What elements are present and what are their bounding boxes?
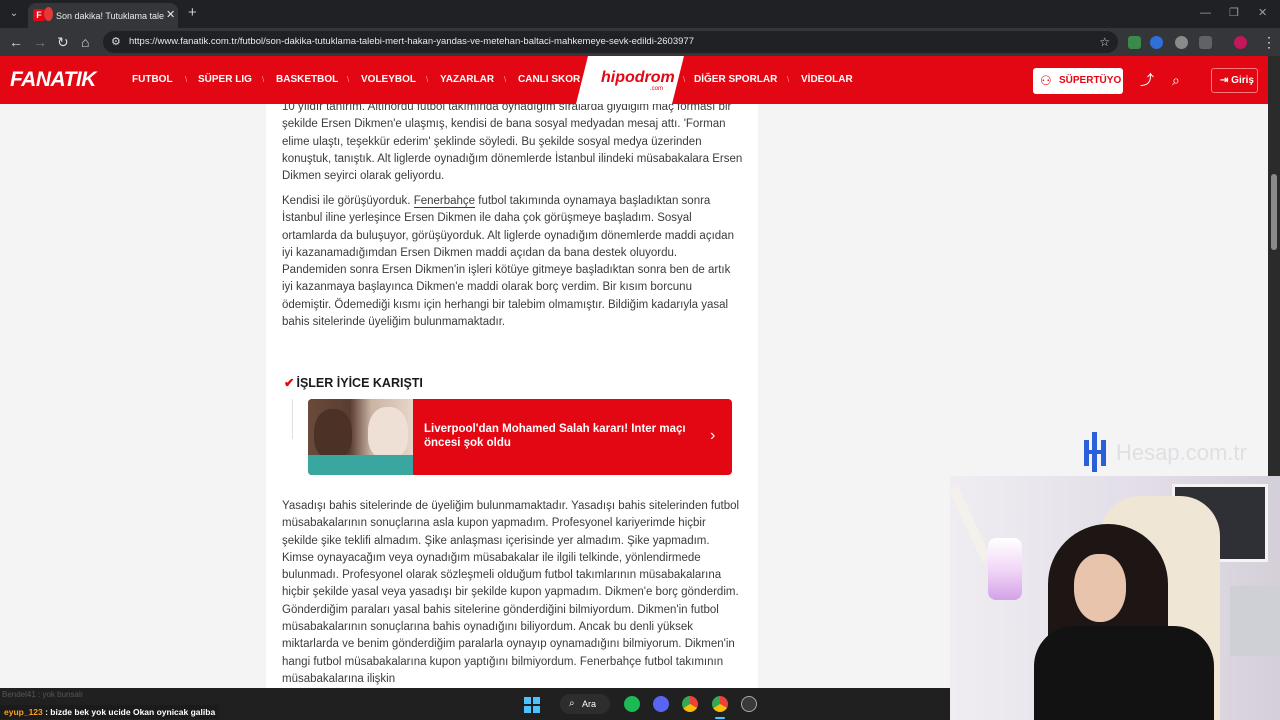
minimize-icon[interactable]: — (1200, 6, 1211, 20)
chat-username: eyup_123 (4, 707, 43, 717)
maximize-icon[interactable]: ❐ (1229, 6, 1239, 20)
login-text: Giriş (1231, 75, 1254, 86)
browser-toolbar: ← → ↻ ⌂ ⚙ https://www.fanatik.com.tr/fut… (0, 28, 1280, 56)
thumbnail-person-left (314, 409, 352, 459)
profile-avatar-icon[interactable] (1234, 36, 1247, 49)
webcam-streamer-body (1034, 626, 1214, 720)
windows-start-icon[interactable] (524, 697, 540, 713)
chrome-icon[interactable] (682, 696, 698, 712)
paragraph-text: Kendisi ile görüşüyorduk. (282, 195, 414, 207)
nav-futbol[interactable]: FUTBOL (132, 73, 173, 87)
chrome-canary-icon[interactable] (712, 696, 728, 712)
extension-badge-icon[interactable] (1128, 36, 1141, 49)
reload-icon[interactable]: ↻ (57, 33, 69, 51)
address-bar[interactable]: ⚙ https://www.fanatik.com.tr/futbol/son-… (103, 31, 1118, 53)
chat-message: eyup_123 : bizde bek yok ucide Okan oyni… (0, 705, 220, 719)
login-button[interactable]: ⇥ Giriş (1211, 68, 1258, 93)
recording-indicator-icon (44, 7, 53, 21)
taskbar-search[interactable]: ⌕ Ara (560, 694, 610, 714)
webcam-overlay (950, 476, 1280, 720)
nav-basketbol[interactable]: BASKETBOL (276, 73, 338, 87)
chat-message-faded: Bendel41 : yok bunsalı (2, 690, 83, 699)
scrollbar-thumb[interactable] (1271, 174, 1277, 250)
nav-super-lig[interactable]: SÜPER LIG (198, 73, 252, 87)
card-divider (292, 399, 293, 439)
browser-tab-strip: ⌄ F Son dakika! Tutuklama talebi: Mert H… (0, 0, 1280, 28)
webcam-streamer-face (1074, 554, 1126, 622)
hipodrom-logo[interactable]: hipodrom (601, 69, 675, 87)
section-heading-text: İŞLER İYİCE KARIŞTI (296, 376, 423, 390)
related-news-card[interactable]: Liverpool'dan Mohamed Salah kararı! Inte… (308, 399, 732, 475)
chat-text: : bizde bek yok ucide Okan oynicak galib… (42, 707, 216, 717)
related-news-thumbnail (308, 399, 413, 475)
bookmark-star-icon[interactable]: ☆ (1099, 34, 1110, 50)
check-circle-icon: ✔ (284, 376, 295, 390)
nav-separator: \ (787, 75, 790, 84)
webcam-shelf (1230, 586, 1280, 656)
chevron-right-icon: › (710, 427, 716, 444)
fenerbahce-link[interactable]: Fenerbahçe (413, 195, 476, 208)
nav-separator: \ (185, 75, 188, 84)
extensions-puzzle-icon[interactable] (1199, 36, 1212, 49)
nav-separator: \ (683, 75, 686, 84)
article-paragraph-1: 10 yıldır tanırım. Altınordu futbol takı… (282, 104, 743, 183)
url-text[interactable]: https://www.fanatik.com.tr/futbol/son-da… (129, 35, 694, 49)
browser-tab-active[interactable]: F Son dakika! Tutuklama talebi: Mert Hak… (28, 3, 178, 28)
site-navbar: FANATIK FUTBOL \ SÜPER LIG \ BASKETBOL \… (0, 56, 1268, 104)
hesap-logo-icon (1084, 432, 1106, 472)
forward-icon[interactable]: → (33, 33, 47, 51)
section-heading: ✔ İŞLER İYİCE KARIŞTI (284, 375, 423, 391)
site-info-icon[interactable]: ⚙ (111, 34, 121, 50)
nav-separator: \ (504, 75, 507, 84)
tab-close-icon[interactable]: ✕ (166, 8, 175, 22)
thumbnail-person-right (368, 407, 408, 459)
nav-voleybol[interactable]: VOLEYBOL (361, 73, 416, 87)
supertuyo-icon: ⚇ (1040, 73, 1052, 88)
extension-icon[interactable] (1175, 36, 1188, 49)
webcam-microphone (988, 538, 1022, 600)
chrome-menu-icon[interactable]: ⋮ (1262, 33, 1276, 51)
spotify-icon[interactable] (624, 696, 640, 712)
new-tab-button[interactable]: + (188, 5, 197, 21)
watermark-text: Hesap.com.tr (1116, 440, 1247, 465)
hipodrom-logo-sub: .com (650, 86, 664, 92)
article-body: 10 yıldır tanırım. Altınordu futbol takı… (266, 104, 758, 688)
search-icon: ⌕ (569, 698, 575, 709)
related-news-title: Liverpool'dan Mohamed Salah kararı! Inte… (424, 423, 686, 449)
tab-title: Son dakika! Tutuklama talebi: Mert Hakan… (56, 11, 164, 21)
extension-wave-icon[interactable] (1150, 36, 1163, 49)
share-icon[interactable]: ⤴ (1140, 72, 1154, 88)
paragraph-text: futbol takımında oynamaya başladıktan so… (282, 195, 734, 329)
supertuyo-label: SÜPERTÜYO (1059, 75, 1122, 86)
article-paragraph-3: Yasadışı bahis sitelerinde de üyeliğim b… (282, 500, 740, 685)
login-label: ⇥ Giriş (1220, 75, 1254, 86)
nav-separator: \ (262, 75, 265, 84)
nav-separator: \ (347, 75, 350, 84)
close-window-icon[interactable]: ✕ (1258, 6, 1267, 20)
nav-yazarlar[interactable]: YAZARLAR (440, 73, 494, 87)
nav-canli-skor[interactable]: CANLI SKOR (518, 73, 580, 87)
fanatik-logo[interactable]: FANATIK (10, 68, 96, 92)
taskbar-search-label: Ara (582, 699, 597, 709)
back-icon[interactable]: ← (9, 33, 23, 51)
search-icon[interactable]: ⌕ (1172, 72, 1180, 88)
home-icon[interactable]: ⌂ (81, 33, 89, 51)
nav-diger-sporlar[interactable]: DİĞER SPORLAR (694, 73, 777, 87)
tab-search-icon[interactable]: ⌄ (6, 6, 22, 22)
discord-icon[interactable] (653, 696, 669, 712)
article-paragraph-2: Kendisi ile görüşüyorduk. Fenerbahçe fut… (282, 193, 744, 331)
obs-icon[interactable] (741, 696, 757, 712)
active-app-indicator (715, 717, 725, 719)
nav-videolar[interactable]: VİDEOLAR (801, 73, 853, 87)
supertuyo-button[interactable]: ⚇ SÜPERTÜYO (1033, 68, 1123, 94)
nav-separator: \ (426, 75, 429, 84)
thumbnail-shirt (308, 455, 413, 475)
